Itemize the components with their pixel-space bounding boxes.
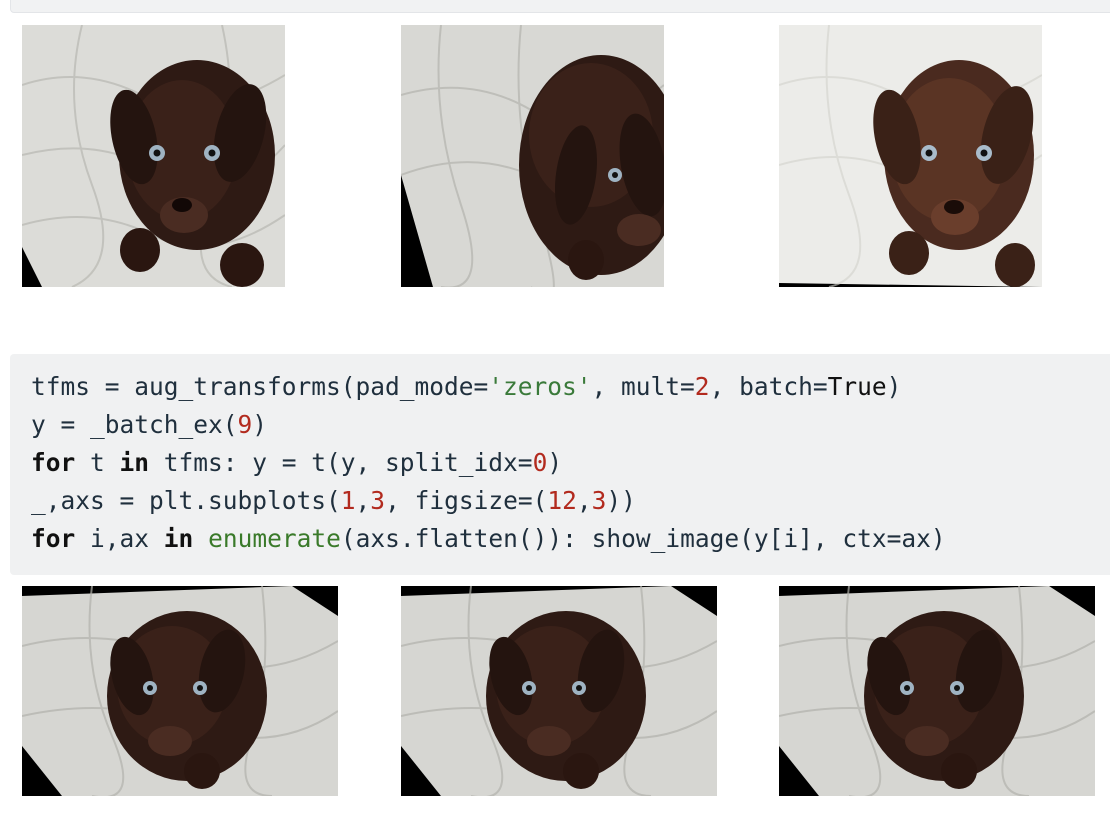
code-token: in	[163, 524, 194, 553]
code-line[interactable]: y = _batch_ex(9)	[31, 406, 1110, 444]
code-token: 0	[532, 448, 548, 477]
code-token: tfms = aug_transforms(pad_mode=	[31, 372, 489, 401]
output-image-5	[401, 586, 717, 796]
code-token: 9	[237, 410, 253, 439]
code-token: in	[119, 448, 150, 477]
code-token: , figsize=(	[385, 486, 548, 515]
code-token: t	[75, 448, 120, 477]
output-image-2	[401, 25, 664, 287]
previous-code-cell[interactable]	[10, 0, 1110, 13]
code-token: )	[886, 372, 902, 401]
code-line[interactable]: for t in tfms: y = t(y, split_idx=0)	[31, 444, 1110, 482]
code-token: , batch=	[709, 372, 828, 401]
code-token: 'zeros'	[488, 372, 592, 401]
output-image-3	[779, 25, 1042, 287]
code-line[interactable]: tfms = aug_transforms(pad_mode='zeros', …	[31, 368, 1110, 406]
code-token: i,ax	[75, 524, 164, 553]
code-token: y = _batch_ex(	[31, 410, 238, 439]
output-image-6	[779, 586, 1095, 796]
output-image-1	[22, 25, 285, 287]
code-token: 12	[547, 486, 577, 515]
code-token: 3	[370, 486, 386, 515]
code-token: ,	[576, 486, 592, 515]
code-token: 2	[694, 372, 710, 401]
code-token: )	[252, 410, 268, 439]
code-token: enumerate	[208, 524, 341, 553]
code-token: )	[547, 448, 563, 477]
output-image-4	[22, 586, 338, 796]
code-line[interactable]: _,axs = plt.subplots(1,3, figsize=(12,3)…	[31, 482, 1110, 520]
code-token: ,	[355, 486, 371, 515]
code-token: tfms: y = t(y, split_idx=	[149, 448, 533, 477]
code-token: for	[31, 524, 76, 553]
code-cell[interactable]: tfms = aug_transforms(pad_mode='zeros', …	[10, 354, 1110, 575]
code-editor[interactable]: tfms = aug_transforms(pad_mode='zeros', …	[31, 368, 1110, 558]
code-token: True	[827, 372, 887, 401]
code-token: _,axs = plt.subplots(	[31, 486, 341, 515]
code-token: (axs.flatten()): show_image(y[i], ctx=ax…	[340, 524, 946, 553]
code-token: ))	[606, 486, 636, 515]
code-token: , mult=	[591, 372, 695, 401]
code-token: 3	[591, 486, 607, 515]
code-token: 1	[340, 486, 356, 515]
code-token: for	[31, 448, 76, 477]
code-line[interactable]: for i,ax in enumerate(axs.flatten()): sh…	[31, 520, 1110, 558]
